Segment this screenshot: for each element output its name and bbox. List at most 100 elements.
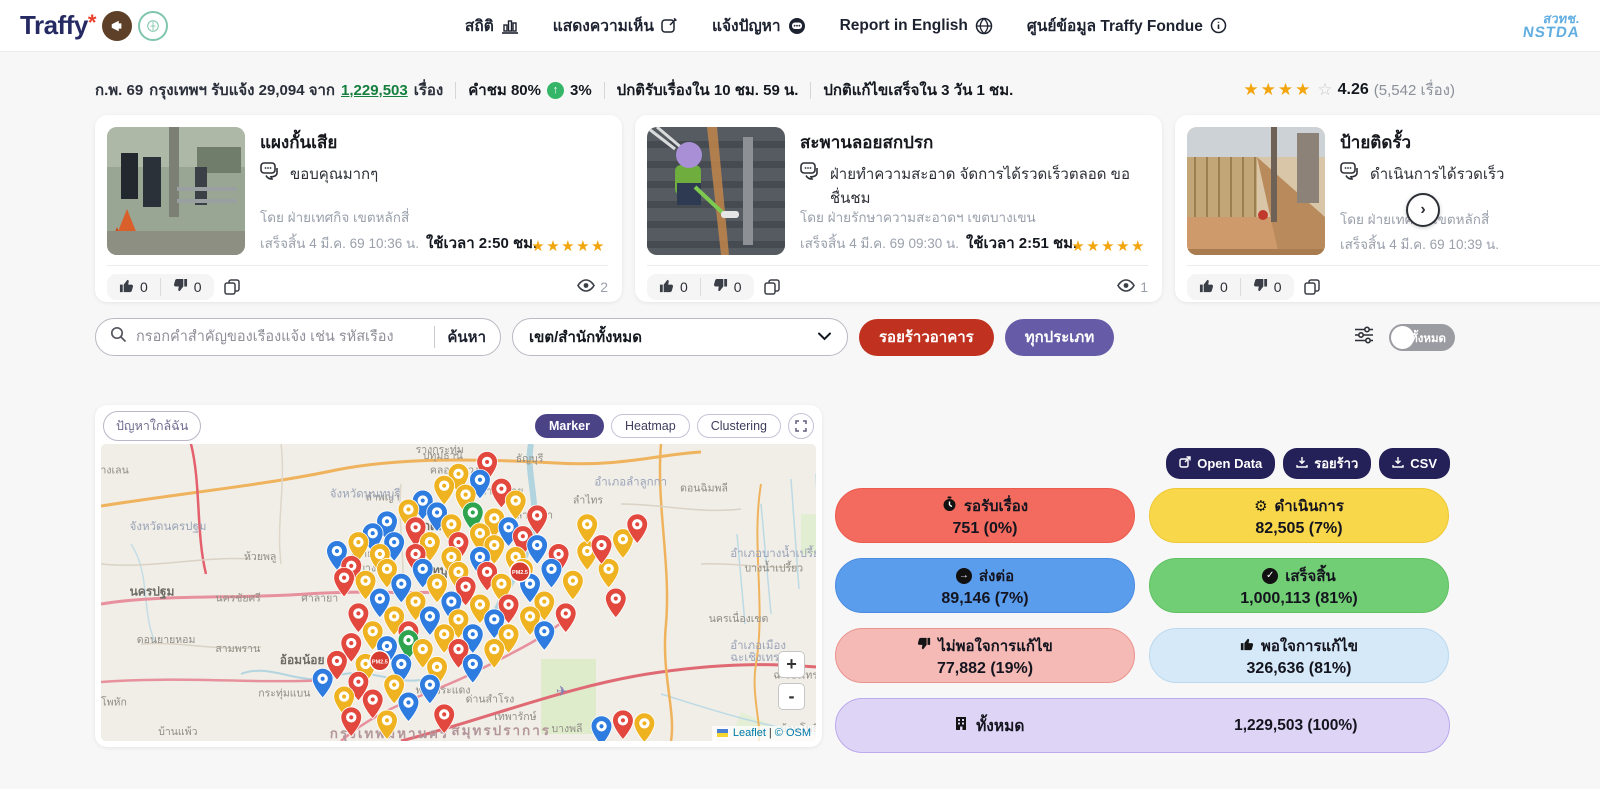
leaflet-link[interactable]: Leaflet (733, 727, 766, 739)
report-photo (1187, 127, 1325, 255)
map-place-label: นครปฐม (130, 584, 175, 599)
status-pill-satisfied[interactable]: พอใจการแก้ไข 326,636 (81%) (1149, 628, 1449, 683)
trend-up-icon: ↑ (547, 82, 564, 99)
report-card[interactable]: ป้ายติดรั้ว ดำเนินการได้รวดเร็ว โดย ฝ่าย… (1175, 115, 1600, 302)
csv-export-button[interactable]: CSV (1379, 448, 1450, 479)
building-crack-button[interactable]: รอยร้าวอาคาร (859, 319, 994, 356)
thumbs-down-icon (713, 278, 728, 296)
mode-heatmap-button[interactable]: Heatmap (611, 414, 690, 438)
report-photo (647, 127, 785, 255)
nstda-logo[interactable]: สวทช. NSTDA (1523, 12, 1580, 40)
map-zoom-in-button[interactable]: + (778, 651, 805, 678)
csv-export-label: CSV (1410, 456, 1437, 471)
status-pill-inprogress[interactable]: ⚙ ดำเนินการ 82,505 (7%) (1149, 488, 1449, 543)
map-place-label: อำเภอลำลูกกา (594, 476, 667, 489)
all-types-button[interactable]: ทุกประเภท (1005, 319, 1115, 356)
map-place-label: บางพลี (551, 722, 582, 735)
ukraine-flag-icon (717, 729, 728, 737)
status-pill-forwarded[interactable]: → ส่งต่อ 89,146 (7%) (835, 558, 1135, 613)
report-card[interactable]: สะพานลอยสกปรก ฝ่ายทำความสะอาด จัดการได้ร… (635, 115, 1162, 302)
nav-report-label: แจ้งปัญหา (712, 13, 781, 38)
status-pill-label: เสร็จสิ้น (1285, 564, 1336, 588)
view-counter: 1 (1117, 279, 1148, 295)
bangkok-seal-icon (138, 11, 168, 41)
nav-feedback[interactable]: แสดงความเห็น (553, 13, 678, 38)
dislike-button[interactable]: 0 (161, 274, 214, 300)
copy-button[interactable] (764, 279, 780, 295)
map-place-label: ด่านสำโรง (466, 692, 515, 705)
report-title: สะพานลอยสกปรก (800, 129, 1148, 156)
pm25-badge[interactable]: PM2.5 (370, 651, 390, 671)
map-place-label: บ้านแพ้ว (158, 726, 197, 738)
divider (434, 326, 435, 348)
report-comment: ดำเนินการได้รวดเร็ว (1370, 162, 1504, 186)
fondue-badge-icon (102, 11, 132, 41)
dislike-button[interactable]: 0 (701, 274, 754, 300)
recent-reports-carousel: แผงกั้นเสีย ขอบคุณมากๆ โดย ฝ่ายเทศกิจ เข… (95, 115, 1600, 302)
status-pill-pending[interactable]: รอรับเรื่อง 751 (0%) (835, 488, 1135, 543)
report-finished: เสร็จสิ้น 4 มี.ค. 69 09:30 น. (800, 232, 959, 254)
status-pill-value: 82,505 (7%) (1255, 520, 1342, 538)
pm25-badge[interactable]: PM2.5 (510, 562, 530, 582)
fullscreen-button[interactable] (788, 413, 814, 439)
nav-report-english[interactable]: Report in English (840, 17, 993, 35)
report-agency: โดย ฝ่ายรักษาความสะอาดฯ เขตบางเขน (800, 206, 1148, 228)
report-finished: เสร็จสิ้น 4 มี.ค. 69 10:36 น. (260, 232, 419, 254)
mode-marker-button[interactable]: Marker (535, 414, 604, 438)
thumbs-up-icon (119, 278, 134, 296)
status-pill-value: 89,146 (7%) (941, 590, 1028, 608)
status-pill-done[interactable]: ✓ เสร็จสิ้น 1,000,113 (81%) (1149, 558, 1449, 613)
nav-data-center[interactable]: ศูนย์ข้อมูล Traffy Fondue (1027, 13, 1227, 38)
summary-stats-bar: ก.พ. 69 กรุงเทพฯ รับแจ้ง 29,094 จาก 1,22… (95, 78, 1455, 102)
map-place-label: เทพารักษ์ (494, 710, 536, 723)
search-button[interactable]: ค้นหา (447, 325, 486, 349)
thumbs-up-icon (659, 278, 674, 296)
map-place-label: จังหวัดนครปฐม (130, 521, 207, 533)
like-button[interactable]: 0 (647, 274, 700, 300)
nstda-thai: สวทช. (1522, 12, 1580, 25)
open-data-button[interactable]: Open Data (1166, 448, 1275, 479)
carousel-next-button[interactable]: › (1406, 193, 1440, 227)
filter-sliders-icon[interactable] (1353, 325, 1375, 350)
thumbs-down-icon (1253, 278, 1268, 296)
view-counter: 2 (577, 279, 608, 295)
status-pill-total[interactable]: ทั้งหมด 1,229,503 (100%) (835, 698, 1450, 753)
eye-icon (577, 279, 595, 295)
download-icon (1296, 456, 1308, 471)
brand-asterisk: * (88, 10, 97, 35)
nearby-issues-button[interactable]: ปัญหาใกล้ฉัน (103, 411, 201, 441)
report-duration: ใช้เวลา 2:51 ชม. (966, 231, 1077, 255)
osm-link[interactable]: © OSM (775, 727, 811, 739)
total-reports-link[interactable]: 1,229,503 (341, 82, 408, 99)
copy-button[interactable] (1304, 279, 1320, 295)
total-pill-value: 1,229,503 (100%) (1143, 717, 1450, 735)
map-place-label: สมุทรปราการ (451, 723, 551, 739)
nav-stats[interactable]: สถิติ (465, 13, 519, 38)
leaflet-map[interactable]: ✈ รางกระทุ่มบางเลนปทุมธานีคลองหลวงธัญบุร… (101, 444, 816, 741)
dislike-button[interactable]: 0 (1241, 274, 1294, 300)
report-card[interactable]: แผงกั้นเสีย ขอบคุณมากๆ โดย ฝ่ายเทศกิจ เข… (95, 115, 622, 302)
search-input[interactable] (136, 329, 428, 345)
report-title: แผงกั้นเสีย (260, 129, 608, 156)
map-zoom-out-button[interactable]: - (778, 683, 805, 710)
copy-button[interactable] (224, 279, 240, 295)
status-pill-unsatisfied[interactable]: ไม่พอใจการแก้ไข 77,882 (19%) (835, 628, 1135, 683)
district-select[interactable]: เขต/สำนักทั้งหมด (512, 318, 848, 356)
like-count: 0 (140, 279, 148, 295)
report-duration: ใช้เวลา 2:50 ชม. (426, 231, 537, 255)
like-button[interactable]: 0 (1187, 274, 1240, 300)
thumbs-up-icon (1199, 278, 1214, 296)
map-place-label: กระทุ่มแบน (258, 687, 310, 699)
info-icon (1210, 17, 1227, 34)
mode-clustering-button[interactable]: Clustering (697, 414, 781, 438)
crack-export-button[interactable]: รอยร้าว (1283, 448, 1371, 479)
map-place-label: ศาลายา (301, 592, 338, 604)
traffy-logo[interactable]: Traffy* (20, 10, 168, 41)
nav-report-line[interactable]: แจ้งปัญหา (712, 13, 806, 38)
check-circle-icon: ✓ (1262, 568, 1278, 584)
thumbs-down-icon (173, 278, 188, 296)
like-button[interactable]: 0 (107, 274, 160, 300)
show-all-toggle[interactable]: ทั้งหมด (1389, 324, 1455, 351)
received-text: กรุงเทพฯ รับแจ้ง 29,094 จาก (149, 78, 335, 102)
gear-icon: ⚙ (1254, 497, 1267, 515)
